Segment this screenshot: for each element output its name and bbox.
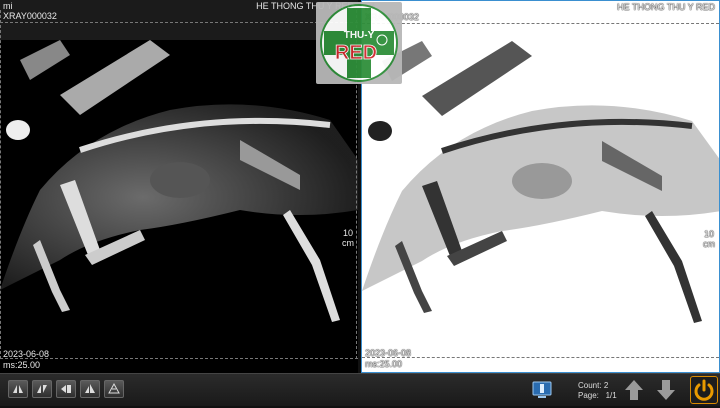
clinic-name: HE THONG THU Y RED [617, 2, 715, 12]
monitor-icon [532, 381, 552, 398]
scale-marker: 10 cm [342, 228, 354, 248]
count-label: Count: [578, 381, 602, 390]
overlay-border-bottom [0, 358, 358, 359]
next-page-button[interactable] [656, 379, 676, 401]
flip-horizontal-alt-button[interactable] [32, 380, 52, 398]
overlay-border-top [362, 23, 719, 24]
count-value: 2 [603, 381, 609, 390]
study-date: 2023-06-08 [3, 349, 50, 359]
flip-vertical-icon [85, 384, 95, 393]
exit-button[interactable] [690, 376, 718, 404]
arrow-up-icon [625, 380, 643, 400]
study-date: 2023-06-08 [365, 348, 412, 358]
xray-view-right[interactable]: mi XRAY000032 HE THONG THU Y RED 10 cm 2… [361, 0, 720, 373]
xray-image-right [362, 1, 719, 372]
rotate-left-button[interactable] [56, 380, 76, 398]
cross-logo-icon: THU-Y RED [320, 4, 398, 82]
scale-unit: cm [703, 239, 715, 249]
bottom-toolbar: Count: 2 Page: 1/1 [0, 373, 720, 406]
flip-horizontal-alt-icon [37, 385, 47, 393]
scale-unit: cm [342, 238, 354, 248]
rotate-right-icon [108, 382, 120, 394]
rotate-right-button[interactable] [104, 380, 124, 398]
xray-view-left[interactable]: mi XRAY000032 HE THONG THU Y RED 10 cm 2… [0, 0, 358, 373]
svg-text:RED: RED [335, 42, 377, 64]
page-label: Page: [578, 391, 599, 400]
flip-vertical-button[interactable] [80, 380, 100, 398]
svg-text:THU-Y: THU-Y [344, 30, 375, 41]
corner-label: mi [3, 1, 13, 11]
clinic-logo: THU-Y RED [316, 2, 402, 84]
overlay-border-left [0, 10, 1, 359]
power-icon [694, 379, 714, 401]
overlay-border-bottom [362, 357, 719, 358]
flip-horizontal-icon [13, 385, 23, 393]
exposure-ms: ms:25.00 [365, 359, 403, 369]
display-mode-button[interactable] [532, 380, 552, 400]
flip-horizontal-button[interactable] [8, 380, 28, 398]
overlay-border-top [0, 22, 358, 23]
study-id: XRAY000032 [3, 11, 57, 21]
arrow-down-icon [657, 380, 675, 400]
xray-image-left [0, 0, 358, 373]
previous-page-button[interactable] [624, 379, 644, 401]
image-count: Count: 2 Page: 1/1 [578, 381, 617, 401]
scale-value: 10 [703, 229, 714, 239]
scale-marker: 10 cm [703, 229, 715, 249]
rotate-left-icon [61, 385, 71, 393]
exposure-ms: ms:25.00 [3, 360, 41, 370]
page-value: 1/1 [605, 391, 617, 400]
scale-value: 10 [342, 228, 353, 238]
